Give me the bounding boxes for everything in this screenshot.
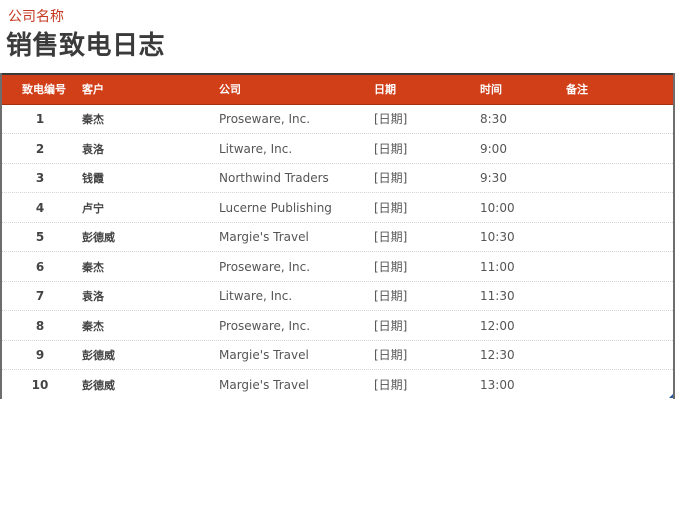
table-row: 6 秦杰 Proseware, Inc. [日期] 11:00 (2, 253, 673, 282)
cell-call-number[interactable]: 5 (20, 223, 60, 252)
table-resize-handle[interactable] (669, 394, 673, 398)
cell-customer[interactable]: 秦杰 (82, 312, 104, 341)
cell-date[interactable]: [日期] (374, 164, 407, 193)
table-row: 1 秦杰 Proseware, Inc. [日期] 8:30 (2, 105, 673, 134)
cell-call-number[interactable]: 4 (20, 194, 60, 223)
cell-time[interactable]: 13:00 (480, 371, 515, 400)
table-row: 4 卢宁 Lucerne Publishing [日期] 10:00 (2, 194, 673, 223)
cell-customer[interactable]: 袁洛 (82, 282, 104, 311)
cell-date[interactable]: [日期] (374, 253, 407, 282)
column-header-date[interactable]: 日期 (374, 75, 396, 104)
cell-company[interactable]: Margie's Travel (219, 223, 309, 252)
cell-company[interactable]: Proseware, Inc. (219, 312, 310, 341)
cell-customer[interactable]: 彭德威 (82, 341, 115, 370)
table-row: 7 袁洛 Litware, Inc. [日期] 11:30 (2, 282, 673, 311)
table-row: 9 彭德威 Margie's Travel [日期] 12:30 (2, 341, 673, 370)
column-header-note[interactable]: 备注 (566, 75, 588, 104)
cell-date[interactable]: [日期] (374, 194, 407, 223)
table-left-border (0, 73, 2, 399)
cell-date[interactable]: [日期] (374, 223, 407, 252)
cell-company[interactable]: Proseware, Inc. (219, 105, 310, 134)
cell-call-number[interactable]: 10 (20, 371, 60, 400)
table-row: 10 彭德威 Margie's Travel [日期] 13:00 (2, 371, 673, 400)
cell-company[interactable]: Litware, Inc. (219, 135, 292, 164)
cell-time[interactable]: 12:30 (480, 341, 515, 370)
cell-time[interactable]: 10:30 (480, 223, 515, 252)
cell-customer[interactable]: 钱霞 (82, 164, 104, 193)
column-header-customer[interactable]: 客户 (82, 75, 104, 104)
table-header-row: 致电编号 客户 公司 日期 时间 备注 (2, 75, 673, 105)
cell-company[interactable]: Northwind Traders (219, 164, 329, 193)
cell-date[interactable]: [日期] (374, 282, 407, 311)
cell-company[interactable]: Margie's Travel (219, 371, 309, 400)
cell-time[interactable]: 12:00 (480, 312, 515, 341)
cell-call-number[interactable]: 9 (20, 341, 60, 370)
cell-customer[interactable]: 卢宁 (82, 194, 104, 223)
cell-date[interactable]: [日期] (374, 371, 407, 400)
cell-time[interactable]: 11:30 (480, 282, 515, 311)
cell-call-number[interactable]: 2 (20, 135, 60, 164)
cell-time[interactable]: 8:30 (480, 105, 507, 134)
cell-company[interactable]: Proseware, Inc. (219, 253, 310, 282)
cell-time[interactable]: 9:00 (480, 135, 507, 164)
call-log-table: 致电编号 客户 公司 日期 时间 备注 1 秦杰 Proseware, Inc. [日… (0, 73, 675, 399)
cell-company[interactable]: Litware, Inc. (219, 282, 292, 311)
table-row: 3 钱霞 Northwind Traders [日期] 9:30 (2, 164, 673, 193)
cell-time[interactable]: 9:30 (480, 164, 507, 193)
cell-customer[interactable]: 秦杰 (82, 105, 104, 134)
column-header-time[interactable]: 时间 (480, 75, 502, 104)
table-top-border (0, 73, 675, 75)
cell-date[interactable]: [日期] (374, 105, 407, 134)
cell-company[interactable]: Lucerne Publishing (219, 194, 332, 223)
cell-company[interactable]: Margie's Travel (219, 341, 309, 370)
cell-customer[interactable]: 彭德威 (82, 371, 115, 400)
cell-date[interactable]: [日期] (374, 341, 407, 370)
cell-customer[interactable]: 袁洛 (82, 135, 104, 164)
cell-time[interactable]: 11:00 (480, 253, 515, 282)
cell-call-number[interactable]: 8 (20, 312, 60, 341)
cell-call-number[interactable]: 3 (20, 164, 60, 193)
cell-time[interactable]: 10:00 (480, 194, 515, 223)
cell-date[interactable]: [日期] (374, 135, 407, 164)
column-header-call-number[interactable]: 致电编号 (22, 75, 66, 104)
cell-date[interactable]: [日期] (374, 312, 407, 341)
table-row: 8 秦杰 Proseware, Inc. [日期] 12:00 (2, 312, 673, 341)
table-row: 2 袁洛 Litware, Inc. [日期] 9:00 (2, 135, 673, 164)
cell-call-number[interactable]: 6 (20, 253, 60, 282)
column-header-company[interactable]: 公司 (219, 75, 241, 104)
cell-call-number[interactable]: 1 (20, 105, 60, 134)
cell-call-number[interactable]: 7 (20, 282, 60, 311)
company-name[interactable]: 公司名称 (8, 8, 64, 26)
cell-customer[interactable]: 秦杰 (82, 253, 104, 282)
table-row: 5 彭德威 Margie's Travel [日期] 10:30 (2, 223, 673, 252)
page-title[interactable]: 销售致电日志 (6, 29, 165, 63)
cell-customer[interactable]: 彭德威 (82, 223, 115, 252)
